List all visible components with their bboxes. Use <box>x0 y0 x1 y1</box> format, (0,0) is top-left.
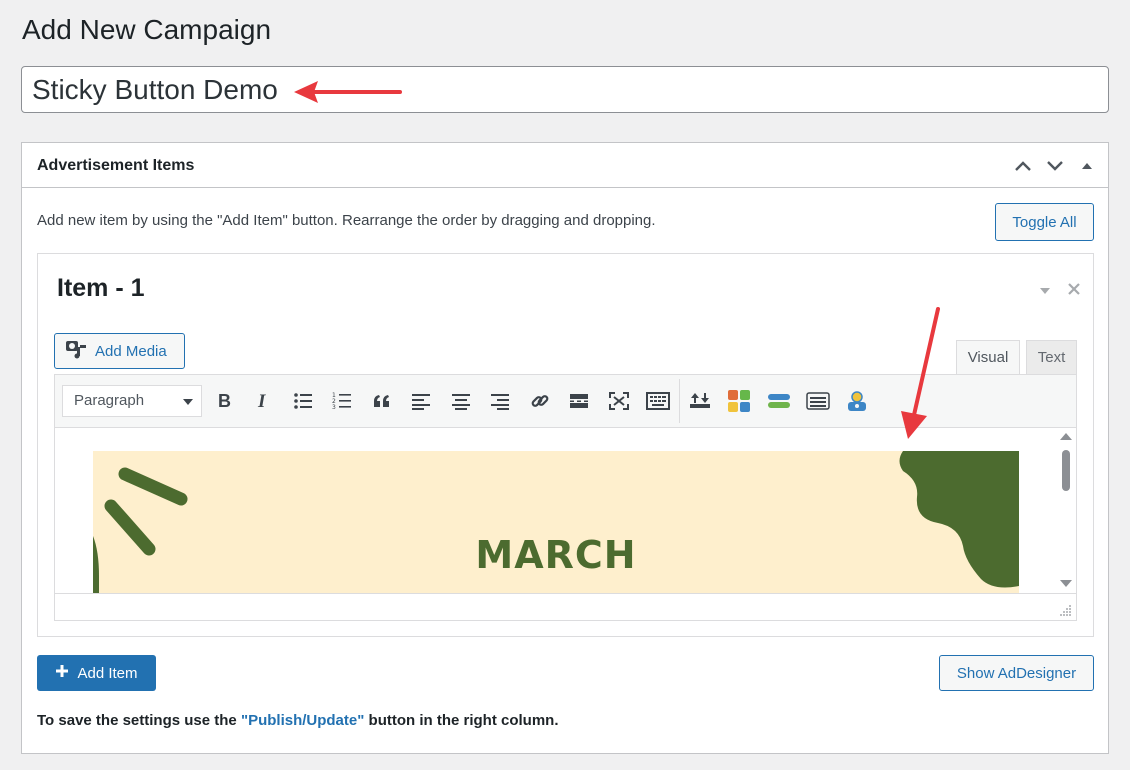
add-media-label: Add Media <box>95 342 167 360</box>
editor-scrollbar[interactable] <box>1056 428 1076 593</box>
metabox-header: Advertisement Items <box>22 143 1108 188</box>
triangle-down-icon[interactable] <box>1039 283 1051 301</box>
triangle-up-icon[interactable] <box>1074 153 1100 179</box>
add-media-icon <box>65 339 87 363</box>
item-title: Item - 1 <box>57 274 145 302</box>
bullet-list-icon[interactable] <box>289 387 317 415</box>
metabox-handle-actions <box>1010 153 1100 179</box>
plus-icon <box>55 664 69 682</box>
annotation-arrow-editor <box>901 307 940 439</box>
blockquote-icon[interactable] <box>368 387 396 415</box>
chevron-down-icon[interactable] <box>1042 153 1068 179</box>
italic-icon[interactable]: I <box>249 387 277 415</box>
close-icon[interactable] <box>1067 282 1081 301</box>
page-title: Add New Campaign <box>22 14 272 45</box>
numbered-list-icon[interactable]: 123 <box>328 387 356 415</box>
annotation-arrow-title <box>294 81 402 103</box>
toolbar-separator <box>679 379 680 423</box>
add-item-label: Add Item <box>77 664 138 682</box>
add-media-button[interactable]: Add Media <box>54 333 185 369</box>
bold-icon[interactable]: B <box>210 387 238 415</box>
march-banner-image: MARCH <box>93 451 1019 593</box>
save-note-suffix: button in the right column. <box>364 712 559 729</box>
resize-handle-icon[interactable] <box>1060 604 1072 616</box>
chevron-down-icon <box>183 399 193 405</box>
chevron-up-icon[interactable] <box>1010 153 1036 179</box>
tab-visual[interactable]: Visual <box>956 340 1020 375</box>
format-select[interactable]: Paragraph <box>62 385 202 417</box>
save-instructions: To save the settings use the "Publish/Up… <box>37 712 559 729</box>
campaign-title-input[interactable]: Sticky Button Demo <box>21 66 1109 113</box>
toolbar-plugin-icon[interactable] <box>686 387 714 415</box>
svg-text:I: I <box>257 392 266 410</box>
publish-update-link[interactable]: "Publish/Update" <box>241 712 364 729</box>
show-adesigner-button[interactable]: Show AdDesigner <box>939 655 1094 691</box>
banner-text: MARCH <box>475 533 637 577</box>
align-left-icon[interactable] <box>407 387 435 415</box>
format-select-value: Paragraph <box>74 392 145 409</box>
toolbar-plugin-icon[interactable] <box>725 387 753 415</box>
advertisement-items-metabox: Advertisement Items Add new item by usin… <box>21 142 1109 754</box>
metabox-title: Advertisement Items <box>37 157 195 174</box>
keyboard-icon[interactable] <box>644 387 672 415</box>
toggle-all-button[interactable]: Toggle All <box>995 203 1094 241</box>
toolbar-plugin-icon[interactable] <box>843 387 871 415</box>
align-center-icon[interactable] <box>447 387 475 415</box>
save-note-prefix: To save the settings use the <box>37 712 241 729</box>
toolbar-plugin-icon[interactable] <box>804 387 832 415</box>
align-right-icon[interactable] <box>486 387 514 415</box>
item-actions <box>1039 282 1081 301</box>
editor-statusbar <box>55 593 1076 620</box>
metabox-intro-text: Add new item by using the "Add Item" but… <box>37 212 656 229</box>
link-icon[interactable] <box>526 387 554 415</box>
svg-text:3: 3 <box>332 404 336 410</box>
svg-text:B: B <box>218 392 231 410</box>
add-item-button[interactable]: Add Item <box>37 655 156 691</box>
editor-content-area[interactable]: MARCH <box>55 428 1076 593</box>
fullscreen-icon[interactable] <box>605 387 633 415</box>
toolbar-plugin-icon[interactable] <box>765 387 793 415</box>
tab-text[interactable]: Text <box>1026 340 1077 375</box>
read-more-icon[interactable] <box>565 387 593 415</box>
